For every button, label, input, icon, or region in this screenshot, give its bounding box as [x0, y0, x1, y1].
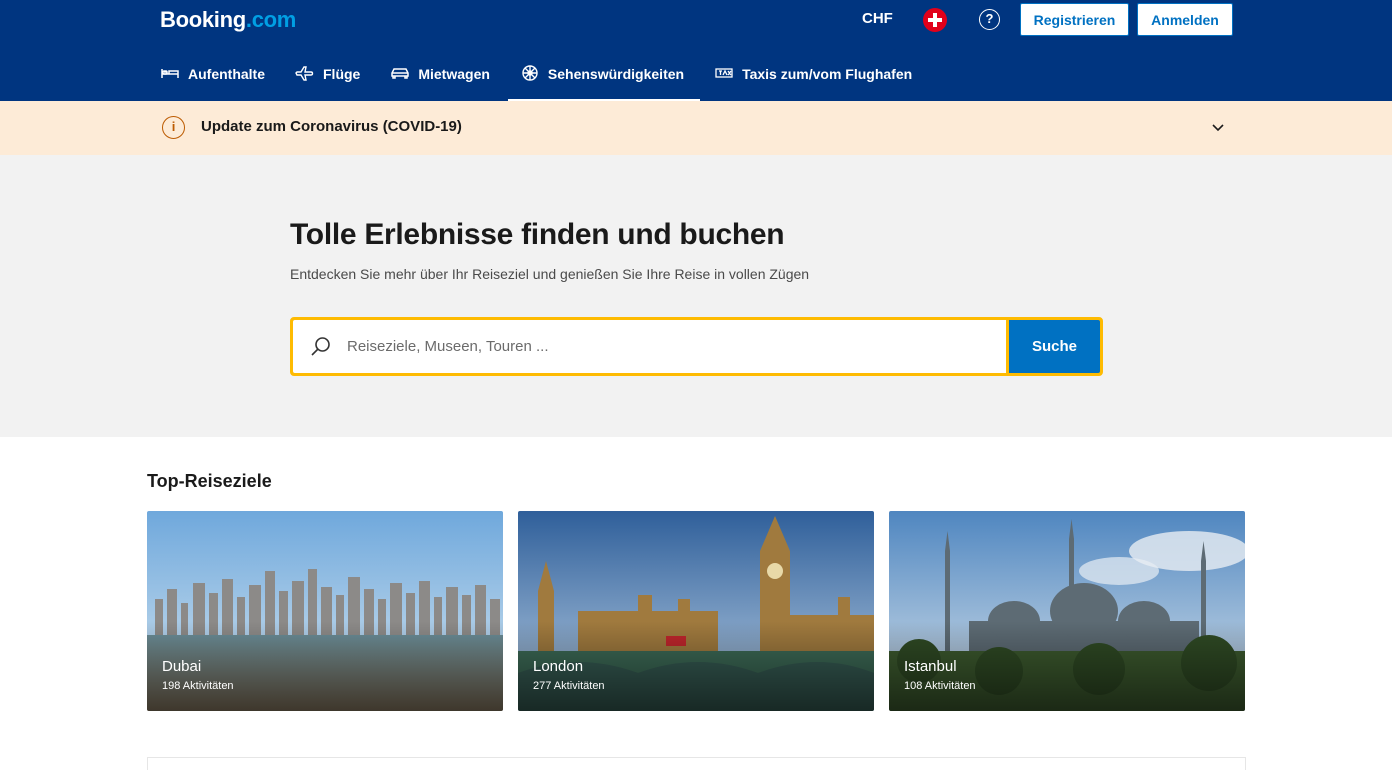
- swiss-flag-icon[interactable]: [923, 8, 947, 32]
- chevron-down-icon[interactable]: [1210, 121, 1226, 135]
- search-button[interactable]: Suche: [1009, 320, 1100, 373]
- top-destinations-title: Top-Reiseziele: [147, 471, 272, 491]
- covid-update-text[interactable]: Update zum Coronavirus (COVID-19): [201, 118, 462, 135]
- destination-name: London: [533, 658, 584, 675]
- booking-logo[interactable]: Booking.com: [160, 7, 296, 33]
- login-button[interactable]: Anmelden: [1137, 3, 1233, 36]
- register-button[interactable]: Registrieren: [1020, 3, 1129, 36]
- nav-label: Sehenswürdigkeiten: [547, 66, 685, 82]
- attractions-icon: [522, 65, 538, 81]
- nav-item-airport-taxis[interactable]: Taxis zum/vom Flughafen: [714, 63, 912, 101]
- nav-item-car-rental[interactable]: Mietwagen: [390, 63, 490, 101]
- bed-icon: [161, 69, 179, 78]
- currency-selector[interactable]: CHF: [862, 10, 893, 27]
- taxi-icon: [715, 68, 733, 78]
- hero-section: [0, 155, 1392, 437]
- logo-main: Booking: [160, 7, 246, 32]
- destination-card-london[interactable]: London 277 Aktivitäten: [518, 511, 874, 711]
- page-title: Tolle Erlebnisse finden und buchen: [290, 218, 785, 251]
- search-field[interactable]: [293, 320, 1006, 373]
- page-subtitle: Entdecken Sie mehr über Ihr Reiseziel un…: [290, 266, 810, 282]
- nav-item-flights[interactable]: Flüge: [295, 63, 360, 101]
- nav-item-attractions[interactable]: Sehenswürdigkeiten: [507, 63, 701, 101]
- search-bar: Suche: [290, 317, 1103, 376]
- activity-count: 198 Aktivitäten: [162, 680, 234, 692]
- main-nav: Aufenthalte Flüge Mietwagen Sehenswürdig…: [160, 63, 942, 101]
- logo-dot: .com: [245, 7, 297, 32]
- plane-icon: [295, 66, 314, 81]
- search-icon: [311, 336, 330, 356]
- nav-label: Taxis zum/vom Flughafen: [742, 66, 913, 82]
- destination-name: Dubai: [162, 658, 202, 675]
- top-header: Booking.com CHF ? Registrieren Anmelden …: [0, 0, 1392, 101]
- destination-card-dubai[interactable]: Dubai 198 Aktivitäten: [147, 511, 503, 711]
- info-icon: i: [162, 116, 185, 139]
- help-icon[interactable]: ?: [979, 9, 1000, 30]
- destination-name: Istanbul: [904, 658, 957, 675]
- car-icon: [391, 68, 410, 79]
- next-section-panel: [147, 757, 1246, 770]
- search-input[interactable]: [347, 338, 947, 355]
- nav-label: Flüge: [323, 66, 361, 82]
- activity-count: 108 Aktivitäten: [904, 680, 976, 692]
- destination-card-istanbul[interactable]: Istanbul 108 Aktivitäten: [889, 511, 1245, 711]
- nav-label: Aufenthalte: [188, 66, 265, 82]
- nav-item-stays[interactable]: Aufenthalte: [160, 63, 265, 101]
- nav-label: Mietwagen: [418, 66, 490, 82]
- activity-count: 277 Aktivitäten: [533, 680, 605, 692]
